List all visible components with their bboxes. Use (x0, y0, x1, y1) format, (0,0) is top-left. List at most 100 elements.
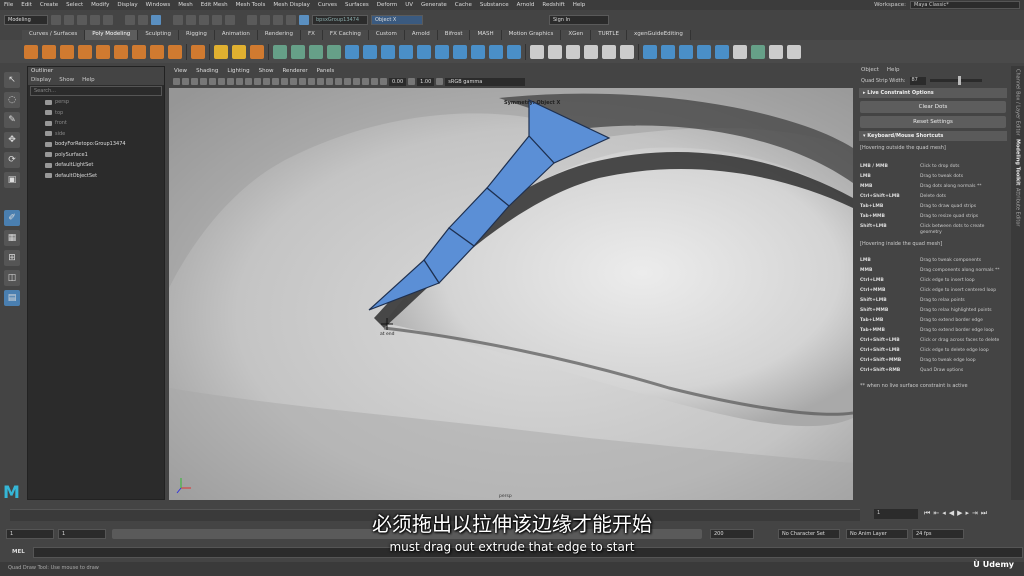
spherical-mapping-icon[interactable] (715, 44, 729, 59)
motion-blur-icon[interactable] (326, 78, 333, 85)
shelf-tab-turtle[interactable]: TURTLE (591, 30, 627, 40)
perspective-viewport[interactable]: Symmetry: Object X at end persp (169, 88, 853, 500)
snap-point-icon[interactable] (199, 14, 209, 25)
shelf-tab-bifrost[interactable]: Bifrost (437, 30, 471, 40)
menu-surfaces[interactable]: Surfaces (345, 2, 369, 8)
textured-icon[interactable] (290, 78, 297, 85)
menu-uv[interactable]: UV (405, 2, 413, 8)
boolean-icon[interactable] (327, 44, 341, 59)
select-hierarchy-icon[interactable] (125, 14, 135, 25)
quad-strip-slider[interactable] (929, 76, 982, 85)
uv-editor-icon[interactable] (643, 44, 657, 59)
depth-of-field-icon[interactable] (344, 78, 351, 85)
ambient-occlusion-icon[interactable] (317, 78, 324, 85)
undo-icon[interactable] (90, 14, 100, 25)
retopologize-icon[interactable] (399, 44, 413, 59)
camera-attributes-icon[interactable] (182, 78, 189, 85)
paint-select-icon[interactable]: ✎ (4, 112, 20, 128)
extrude-icon[interactable] (453, 44, 467, 59)
menu-windows[interactable]: Windows (146, 2, 171, 8)
shelf-tab-arnold[interactable]: Arnold (404, 30, 438, 40)
live-constraint-section[interactable]: ▸ Live Constraint Options (859, 88, 1007, 98)
delete-history-icon[interactable] (769, 44, 783, 59)
grid-icon[interactable] (209, 78, 216, 85)
reduce-icon[interactable] (363, 44, 377, 59)
outliner-menu-help[interactable]: Help (82, 77, 95, 84)
viewport-menu-panels[interactable]: Panels (317, 68, 335, 74)
outliner-menu-show[interactable]: Show (59, 77, 74, 84)
menu-select[interactable]: Select (66, 2, 83, 8)
merge-icon[interactable] (507, 44, 521, 59)
shelf-tab-rendering[interactable]: Rendering (257, 30, 301, 40)
poly-cylinder-icon[interactable] (60, 44, 74, 59)
shelf-tab-motion-graphics[interactable]: Motion Graphics (501, 30, 562, 40)
lights-icon[interactable] (299, 78, 306, 85)
separate-icon[interactable] (291, 44, 305, 59)
two-view-icon[interactable]: ◫ (4, 270, 20, 286)
slider-knob[interactable] (958, 76, 962, 85)
quad-strip-input[interactable]: 87 (909, 76, 926, 85)
xray-icon[interactable] (362, 78, 369, 85)
gate-mask-icon[interactable] (236, 78, 243, 85)
gamma-value[interactable]: 1.00 (417, 77, 435, 86)
poly-torus-icon[interactable] (96, 44, 110, 59)
viewport-menu-lighting[interactable]: Lighting (227, 68, 249, 74)
viewport-menu-renderer[interactable]: Renderer (282, 68, 307, 74)
connect-icon[interactable] (566, 44, 580, 59)
select-component-icon[interactable] (151, 14, 161, 25)
outliner-item[interactable]: side (28, 129, 164, 140)
shelf-tab-curves-surfaces[interactable]: Curves / Surfaces (22, 30, 86, 40)
transfer-attributes-icon[interactable] (751, 44, 765, 59)
snap-grid-icon[interactable] (173, 14, 183, 25)
menu-create[interactable]: Create (40, 2, 58, 8)
save-scene-icon[interactable] (77, 14, 87, 25)
select-tool-icon[interactable]: ↖ (4, 72, 20, 88)
poly-plane-icon[interactable] (114, 44, 128, 59)
gamma-icon[interactable] (408, 78, 416, 85)
shelf-tab-poly-modeling[interactable]: Poly Modeling (85, 30, 139, 40)
menu-edit[interactable]: Edit (21, 2, 32, 8)
shelf-tab-animation[interactable]: Animation (214, 30, 258, 40)
side-tab-channel-box-layer-editor[interactable]: Channel Box / Layer Editor (1015, 69, 1021, 136)
menu-mesh[interactable]: Mesh (178, 2, 192, 8)
outliner-item[interactable]: defaultLightSet (28, 160, 164, 171)
snap-surface-icon[interactable] (212, 14, 222, 25)
workspace-selector[interactable]: Workspace: Maya Classic* (874, 1, 1020, 9)
svg-icon[interactable] (250, 44, 264, 59)
bookmark-icon[interactable] (191, 78, 198, 85)
remesh-icon[interactable] (381, 44, 395, 59)
sphere-light-icon[interactable] (191, 44, 205, 59)
single-view-icon[interactable]: ▦ (4, 230, 20, 246)
viewport-menu-view[interactable]: View (174, 68, 187, 74)
outliner-layout-icon[interactable]: ▤ (4, 290, 20, 306)
scale-tool-icon[interactable]: ▣ (4, 172, 20, 188)
rotate-tool-icon[interactable]: ⟳ (4, 152, 20, 168)
menu-modify[interactable]: Modify (91, 2, 109, 8)
mode-dropdown[interactable]: Modeling (4, 14, 48, 25)
open-scene-icon[interactable] (64, 14, 74, 25)
poly-cone-icon[interactable] (78, 44, 92, 59)
render-settings-icon[interactable] (273, 14, 283, 25)
side-tab-modeling-toolkit[interactable]: Modeling Toolkit (1015, 139, 1021, 185)
make-live-icon[interactable] (225, 14, 235, 25)
image-plane-icon[interactable] (200, 78, 207, 85)
new-scene-icon[interactable] (51, 14, 61, 25)
quad-draw-icon[interactable] (584, 44, 598, 59)
symmetry-icon[interactable] (299, 14, 309, 25)
render-icon[interactable] (247, 14, 257, 25)
sign-in-button[interactable]: Sign In (549, 14, 609, 25)
film-gate-icon[interactable] (218, 78, 225, 85)
shadows-icon[interactable] (308, 78, 315, 85)
menu-arnold[interactable]: Arnold (517, 2, 535, 8)
type-text-icon[interactable] (232, 44, 246, 59)
outliner-menu-display[interactable]: Display (31, 77, 51, 84)
shelf-tab-rigging[interactable]: Rigging (179, 30, 215, 40)
safe-action-icon[interactable] (254, 78, 261, 85)
combine-icon[interactable] (273, 44, 287, 59)
outliner-item[interactable]: defaultObjectSet (28, 171, 164, 182)
quad-draw-tool-icon[interactable]: ✐ (4, 210, 20, 226)
hypershade-icon[interactable] (286, 14, 296, 25)
shelf-tab-sculpting[interactable]: Sculpting (138, 30, 179, 40)
menu-redshift[interactable]: Redshift (542, 2, 564, 8)
exposure-value[interactable]: 0.00 (389, 77, 407, 86)
